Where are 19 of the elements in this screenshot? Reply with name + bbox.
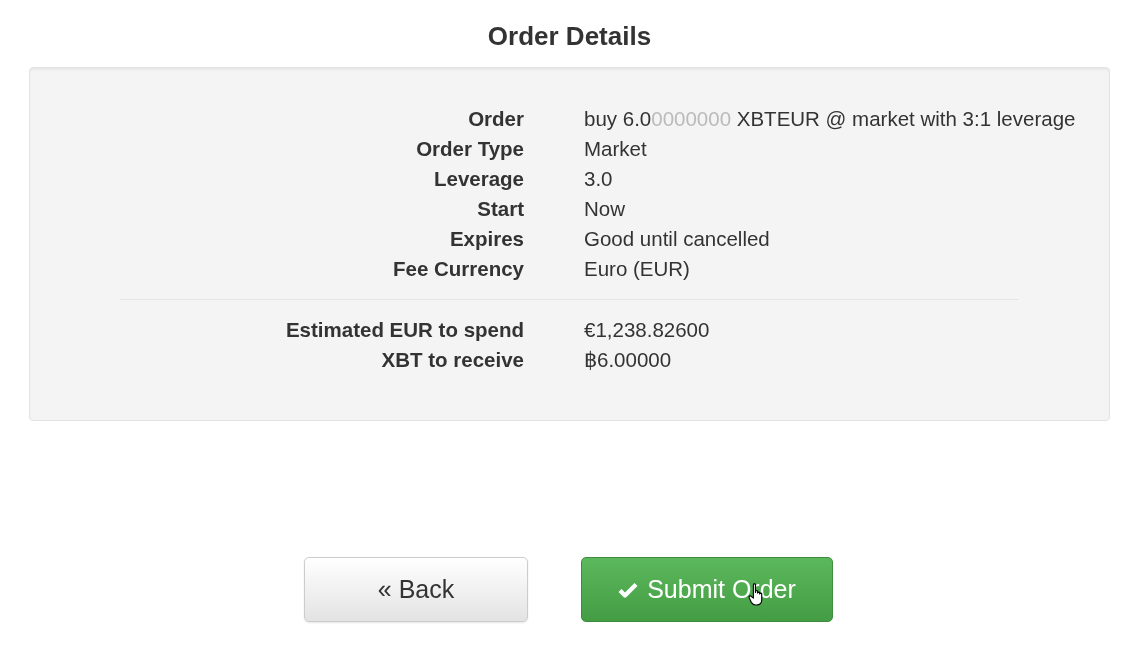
field-value: Market <box>584 136 647 162</box>
field-value: buy 6.00000000 XBTEUR @ market with 3:1 leverage <box>584 106 1076 132</box>
field-value: Now <box>584 196 625 222</box>
field-label: Fee Currency <box>392 256 524 282</box>
back-button[interactable]: « Back <box>304 557 528 622</box>
field-value: 3.0 <box>584 166 613 192</box>
field-label: Expires <box>449 226 524 252</box>
field-label: XBT to receive <box>381 347 524 373</box>
field-label: Leverage <box>433 166 524 192</box>
field-value: €1,238.82600 <box>584 317 710 343</box>
check-icon <box>618 581 639 598</box>
field-value: Good until cancelled <box>584 226 770 252</box>
field-label: Estimated EUR to spend <box>285 317 524 343</box>
field-label: Start <box>477 196 524 222</box>
page-title: Order Details <box>487 21 652 51</box>
field-value: ฿6.00000 <box>584 347 672 373</box>
field-value: Euro (EUR) <box>584 256 690 282</box>
field-label: Order Type <box>416 136 524 162</box>
field-label: Order <box>468 106 524 132</box>
